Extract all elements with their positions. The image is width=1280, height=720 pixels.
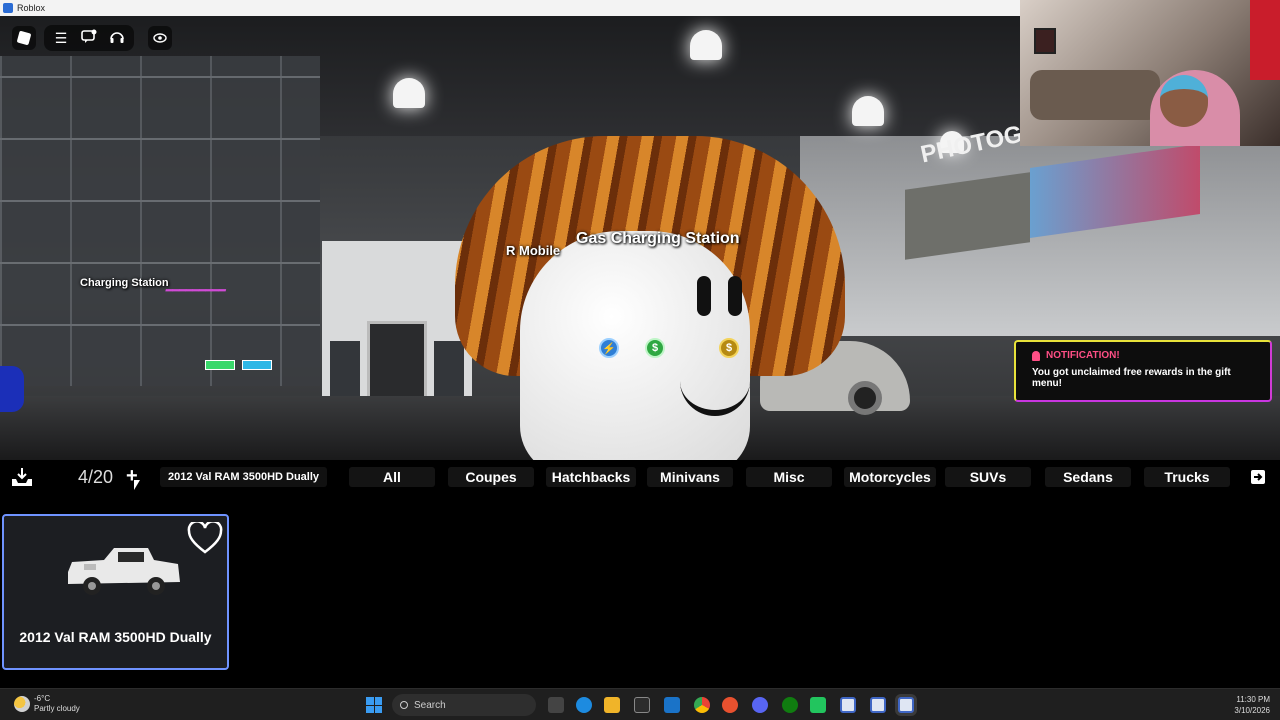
world-label-r-mobile: R Mobile <box>506 243 561 258</box>
eye-icon[interactable] <box>148 26 172 50</box>
mouse-cursor <box>134 480 140 490</box>
tab-coupes[interactable]: Coupes <box>448 467 534 487</box>
tab-minivans[interactable]: Minivans <box>647 467 733 487</box>
money-icon[interactable]: $ <box>645 338 665 358</box>
avatar-eye <box>728 276 742 316</box>
charger-icon[interactable]: ⚡ <box>599 338 619 358</box>
window-title: Roblox <box>17 3 46 13</box>
task-view-icon[interactable] <box>548 697 564 713</box>
roblox-icon-active[interactable] <box>898 697 914 713</box>
vehicle-category-bar: 4/20 + 2012 Val RAM 3500HD Dually All Co… <box>0 460 1280 494</box>
world-label-charging-station: Charging Station <box>80 277 169 289</box>
bell-icon <box>1032 350 1040 361</box>
glass-wall <box>0 56 320 386</box>
tab-sedans[interactable]: Sedans <box>1045 467 1131 487</box>
clock-date: 3/10/2026 <box>1234 706 1270 715</box>
file-explorer-icon[interactable] <box>604 697 620 713</box>
ceiling-lamp <box>393 78 425 108</box>
vehicle-card[interactable]: 2012 Val RAM 3500HD Dually <box>2 514 229 670</box>
tab-misc[interactable]: Misc <box>746 467 832 487</box>
roblox-logo-icon[interactable] <box>12 26 36 50</box>
windows-taskbar: -6°C Partly cloudy Search 11:30 PM 3/10/… <box>0 688 1280 720</box>
chat-icon[interactable] <box>80 29 98 47</box>
edge-icon[interactable] <box>576 697 592 713</box>
tab-motorcycles[interactable]: Motorcycles <box>844 467 936 487</box>
ceiling-lamp <box>690 30 722 60</box>
roblox-studio-icon[interactable] <box>840 697 856 713</box>
outlook-icon[interactable] <box>664 697 680 713</box>
favorite-heart-icon[interactable] <box>187 520 223 554</box>
vehicle-card-name: 2012 Val RAM 3500HD Dually <box>19 629 212 645</box>
app-icon[interactable] <box>722 697 738 713</box>
player-avatar-head <box>455 136 845 460</box>
weather-desc: Partly cloudy <box>34 704 80 713</box>
window-title-bar: Roblox <box>0 0 1020 16</box>
hamburger-menu-icon[interactable]: ☰ <box>52 29 70 47</box>
headset-icon[interactable] <box>108 29 126 47</box>
small-sign <box>242 360 272 370</box>
vehicle-count: 4/20 <box>78 467 114 487</box>
roblox-top-menu: ☰ <box>12 25 172 51</box>
small-sign <box>205 360 235 370</box>
taskbar-clock[interactable]: 11:30 PM 3/10/2026 <box>1222 694 1270 716</box>
chrome-icon[interactable] <box>694 697 710 713</box>
tab-all[interactable]: All <box>349 467 435 487</box>
neon-sign: ━━━━━━━━━ <box>165 285 225 297</box>
avatar-face <box>520 231 750 460</box>
search-icon <box>400 701 408 709</box>
windows-start-icon[interactable] <box>366 697 382 713</box>
roblox-app-icon <box>3 3 13 13</box>
storefront <box>322 241 472 406</box>
spawn-vehicle-icon[interactable] <box>10 467 34 487</box>
tab-suvs[interactable]: SUVs <box>945 467 1031 487</box>
webcam-overlay <box>1020 0 1280 146</box>
xbox-icon[interactable] <box>782 697 798 713</box>
store-icon[interactable] <box>634 697 650 713</box>
discord-icon[interactable] <box>752 697 768 713</box>
menu-button-group: ☰ <box>44 25 134 51</box>
avatar-eye <box>697 276 711 316</box>
money-bag-icon[interactable]: $ <box>719 338 739 358</box>
roblox-icon[interactable] <box>870 697 886 713</box>
notification-header: NOTIFICATION! <box>1046 350 1120 361</box>
weather-temp: -6°C <box>34 694 51 703</box>
tab-hatchbacks[interactable]: Hatchbacks <box>546 467 636 487</box>
weather-icon[interactable] <box>14 696 30 712</box>
ceiling-lamp <box>852 96 884 126</box>
search-placeholder: Search <box>414 699 446 711</box>
tab-trucks[interactable]: Trucks <box>1144 467 1230 487</box>
parked-car <box>0 366 24 412</box>
selected-vehicle-name: 2012 Val RAM 3500HD Dually <box>160 467 328 487</box>
clock-time: 11:30 PM <box>1236 695 1270 704</box>
taskbar-search[interactable]: Search <box>392 694 536 716</box>
truck-image <box>64 544 182 600</box>
weather-widget[interactable]: -6°C Partly cloudy <box>34 694 80 714</box>
exit-garage-icon[interactable] <box>1250 469 1266 485</box>
world-label-gas-station: Gas Charging Station <box>576 230 740 247</box>
app-icon[interactable] <box>810 697 826 713</box>
notification-toast[interactable]: NOTIFICATION! You got unclaimed free rew… <box>1014 340 1272 402</box>
notification-message: You got unclaimed free rewards in the gi… <box>1032 367 1231 389</box>
